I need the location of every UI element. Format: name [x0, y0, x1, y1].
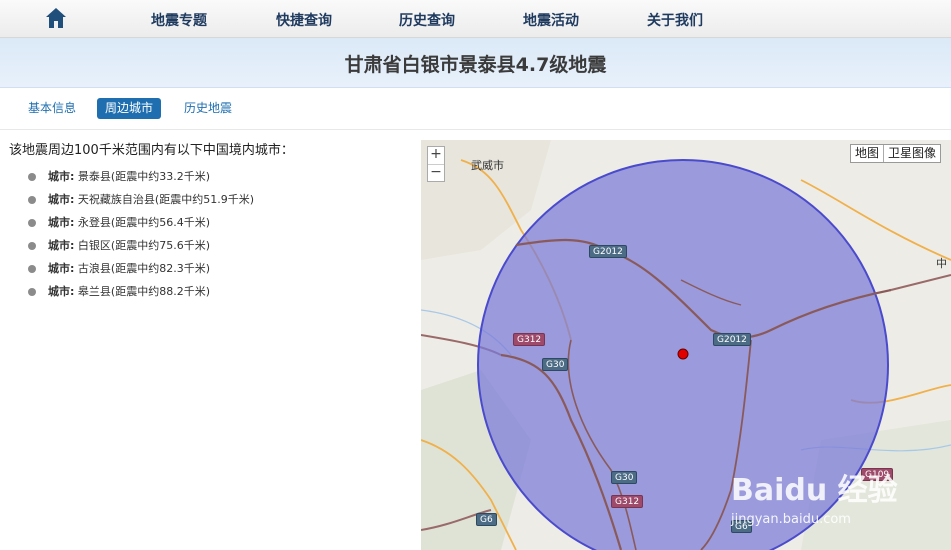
city-text: 白银区(距震中约75.6千米)	[77, 239, 210, 252]
city-text: 天祝藏族自治县(距震中约51.9千米)	[77, 193, 254, 206]
list-item: 城市: 景泰县(距震中约33.2千米)	[28, 168, 254, 191]
epicenter-marker[interactable]	[677, 348, 689, 360]
nav-item-about[interactable]: 关于我们	[647, 10, 703, 30]
map-type-satellite-button[interactable]: 卫星图像	[882, 145, 940, 162]
city-key: 城市:	[48, 239, 75, 252]
zoom-out-button[interactable]: −	[428, 164, 444, 181]
tab-nearby-cities[interactable]: 周边城市	[97, 98, 162, 119]
title-banner: 甘肃省白银市景泰县4.7级地震	[0, 38, 951, 88]
nav-item-quick-query[interactable]: 快捷查询	[276, 10, 332, 30]
route-shield-g6: G6	[476, 513, 497, 526]
route-shield-g312: G312	[611, 495, 644, 508]
bullet-icon	[28, 173, 36, 181]
city-text: 景泰县(距震中约33.2千米)	[77, 170, 210, 183]
list-item: 城市: 皋兰县(距震中约88.2千米)	[28, 283, 254, 306]
route-shield-g312: G312	[513, 333, 546, 346]
nav-item-history-query[interactable]: 历史查询	[399, 10, 455, 30]
city-key: 城市:	[48, 262, 75, 275]
route-shield-g30: G30	[611, 471, 638, 484]
city-text: 古浪县(距震中约82.3千米)	[77, 262, 210, 275]
baidu-watermark: Baidu 经验	[731, 473, 898, 508]
page-title: 甘肃省白银市景泰县4.7级地震	[344, 54, 607, 76]
city-key: 城市:	[48, 285, 75, 298]
bullet-icon	[28, 219, 36, 227]
map-type-map-button[interactable]: 地图	[851, 145, 883, 162]
list-item: 城市: 天祝藏族自治县(距震中约51.9千米)	[28, 191, 254, 214]
route-shield-g2012: G2012	[589, 245, 627, 258]
map-type-switch: 地图 卫星图像	[849, 144, 941, 163]
city-key: 城市:	[48, 170, 75, 183]
list-item: 城市: 永登县(距震中约56.4千米)	[28, 214, 254, 237]
place-label-edge: 中	[936, 257, 947, 270]
bullet-icon	[28, 288, 36, 296]
home-icon[interactable]	[44, 6, 68, 30]
top-navigation: 地震专题 快捷查询 历史查询 地震活动 关于我们	[0, 0, 951, 38]
route-shield-g30: G30	[542, 358, 569, 371]
city-key: 城市:	[48, 193, 75, 206]
city-key: 城市:	[48, 216, 75, 229]
watermark-url: jingyan.baidu.com	[731, 512, 851, 527]
tab-history-quakes[interactable]: 历史地震	[176, 98, 240, 119]
bullet-icon	[28, 265, 36, 273]
list-item: 城市: 古浪县(距震中约82.3千米)	[28, 260, 254, 283]
sub-tabs: 基本信息 周边城市 历史地震	[0, 88, 951, 130]
zoom-in-button[interactable]: +	[428, 147, 444, 164]
city-list: 城市: 景泰县(距震中约33.2千米) 城市: 天祝藏族自治县(距震中约51.9…	[28, 168, 254, 306]
nav-item-activity[interactable]: 地震活动	[523, 10, 579, 30]
list-item: 城市: 白银区(距震中约75.6千米)	[28, 237, 254, 260]
city-text: 皋兰县(距震中约88.2千米)	[77, 285, 210, 298]
intro-text: 该地震周边100千米范围内有以下中国境内城市：	[9, 143, 294, 158]
bullet-icon	[28, 196, 36, 204]
zoom-control: + −	[427, 146, 445, 182]
map-view[interactable]: + − 地图 卫星图像 武威市 中 G2012 G2012 G312 G30 G…	[421, 140, 951, 550]
place-label-wuwei: 武威市	[471, 159, 504, 172]
tab-basic-info[interactable]: 基本信息	[20, 98, 84, 119]
bullet-icon	[28, 242, 36, 250]
city-text: 永登县(距震中约56.4千米)	[77, 216, 210, 229]
highway	[890, 274, 951, 291]
nav-item-topics[interactable]: 地震专题	[151, 10, 207, 30]
route-shield-g2012: G2012	[713, 333, 751, 346]
